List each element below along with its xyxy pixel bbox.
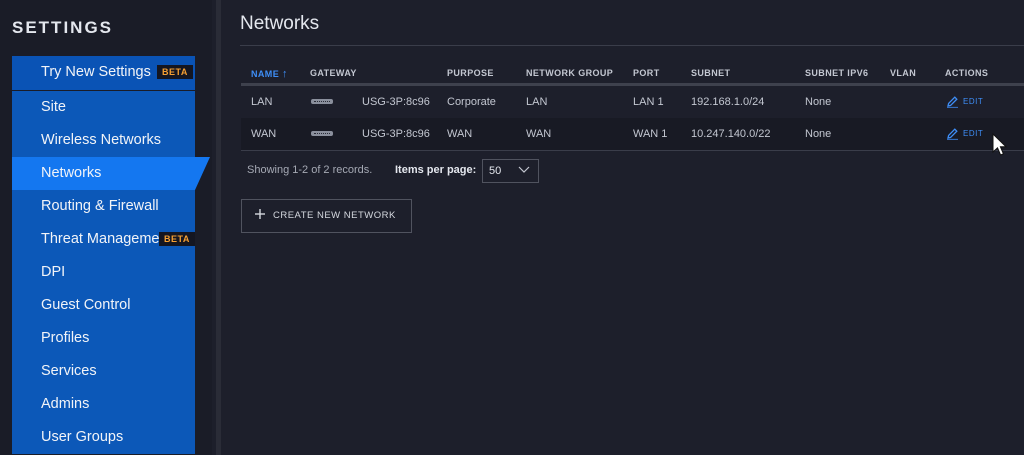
column-header-subnet-ipv6[interactable]: SUBNET IPV6: [805, 68, 868, 78]
column-header-actions: ACTIONS: [945, 68, 989, 78]
records-count: Showing 1-2 of 2 records.: [247, 164, 373, 176]
create-new-network-label: CREATE NEW NETWORK: [273, 210, 396, 221]
cell-port: WAN 1: [633, 128, 668, 140]
sidebar-item-profiles[interactable]: Profiles: [12, 322, 195, 355]
sidebar-item-label: Routing & Firewall: [41, 198, 159, 214]
sidebar-item-label: Site: [41, 99, 66, 115]
edit-label: EDIT: [963, 97, 984, 106]
column-header-subnet[interactable]: SUBNET: [691, 68, 730, 78]
edit-button[interactable]: EDIT: [946, 95, 983, 108]
column-header-name[interactable]: NAME ↑: [251, 68, 288, 80]
sidebar-item-label: Profiles: [41, 330, 90, 346]
items-per-page-select[interactable]: 50: [482, 159, 539, 183]
plus-icon: [255, 209, 265, 219]
items-per-page-label: Items per page:: [395, 164, 477, 176]
sidebar-item-label: Threat Management: [41, 231, 172, 247]
sidebar-item-label: Guest Control: [41, 297, 131, 313]
active-item-pointer: [195, 157, 210, 190]
beta-badge: BETA: [157, 65, 193, 79]
column-header-vlan[interactable]: VLAN: [890, 68, 916, 78]
sidebar-item-site[interactable]: Site: [12, 91, 195, 124]
cell-network-group: WAN: [526, 128, 552, 140]
table-bottom-divider: [241, 150, 1024, 151]
sidebar-item-label: User Groups: [41, 429, 124, 445]
cell-network-group: LAN: [526, 96, 548, 108]
table-header: NAME ↑ GATEWAY PURPOSE NETWORK GROUP POR…: [241, 62, 1024, 83]
pencil-icon: [947, 96, 958, 108]
sidebar-item-label: Services: [41, 363, 97, 379]
beta-badge: BETA: [159, 232, 195, 246]
cell-name: LAN: [251, 96, 273, 108]
column-header-port[interactable]: PORT: [633, 68, 660, 78]
items-per-page-value: 50: [489, 165, 502, 177]
page-title: Networks: [240, 13, 320, 34]
sidebar-item-guest-control[interactable]: Guest Control: [12, 289, 195, 322]
column-header-label: NAME: [251, 69, 280, 79]
gateway-device-icon: [311, 99, 333, 104]
cell-subnet-ipv6: None: [805, 128, 832, 140]
table-row[interactable]: WAN USG-3P:8c96 WAN WAN WAN 1 10.247.140…: [241, 118, 1024, 150]
sidebar-item-label: Networks: [41, 165, 102, 181]
sidebar-item-services[interactable]: Services: [12, 355, 195, 388]
networks-table: NAME ↑ GATEWAY PURPOSE NETWORK GROUP POR…: [241, 62, 1024, 151]
sidebar-nav: Try New Settings BETA Site Wireless Netw…: [12, 56, 195, 455]
chevron-down-icon: [518, 166, 530, 173]
sidebar-item-admins[interactable]: Admins: [12, 388, 195, 421]
cell-purpose: Corporate: [447, 96, 496, 108]
sidebar-item-routing-firewall[interactable]: Routing & Firewall: [12, 190, 195, 223]
sidebar-item-label: Wireless Networks: [41, 132, 162, 148]
column-header-gateway[interactable]: GATEWAY: [310, 68, 357, 78]
mouse-cursor-icon: [992, 133, 1008, 156]
cell-subnet-ipv6: None: [805, 96, 832, 108]
create-new-network-button[interactable]: CREATE NEW NETWORK: [241, 199, 412, 233]
cell-name: WAN: [251, 128, 277, 140]
sidebar-item-label: DPI: [41, 264, 66, 280]
cell-purpose: WAN: [447, 128, 473, 140]
column-header-network-group[interactable]: NETWORK GROUP: [526, 68, 613, 78]
edit-label: EDIT: [963, 129, 984, 138]
table-row[interactable]: LAN USG-3P:8c96 Corporate LAN LAN 1 192.…: [241, 86, 1024, 118]
cell-subnet: 10.247.140.0/22: [691, 128, 771, 140]
cell-port: LAN 1: [633, 96, 664, 108]
sidebar-item-threat-management[interactable]: Threat Management BETA: [12, 223, 195, 256]
sidebar-item-user-groups[interactable]: User Groups: [12, 421, 195, 454]
sidebar-item-dpi[interactable]: DPI: [12, 256, 195, 289]
column-header-purpose[interactable]: PURPOSE: [447, 68, 494, 78]
sidebar-item-networks[interactable]: Networks: [12, 157, 195, 190]
cell-gateway: USG-3P:8c96: [362, 128, 430, 140]
cell-gateway: USG-3P:8c96: [362, 96, 430, 108]
sort-ascending-icon: ↑: [282, 68, 288, 80]
sidebar-item-label: Try New Settings: [41, 64, 151, 80]
sidebar-item-label: Admins: [41, 396, 90, 412]
title-divider: [240, 45, 1024, 46]
edit-button[interactable]: EDIT: [946, 127, 983, 140]
gateway-device-icon: [311, 131, 333, 136]
pencil-icon: [947, 128, 958, 140]
sidebar-item-try-new-settings[interactable]: Try New Settings BETA: [12, 56, 195, 91]
sidebar: SETTINGS Try New Settings BETA Site Wire…: [0, 0, 212, 455]
sidebar-item-wireless-networks[interactable]: Wireless Networks: [12, 124, 195, 157]
sidebar-title: SETTINGS: [12, 18, 114, 37]
sidebar-divider[interactable]: [216, 0, 221, 455]
cell-subnet: 192.168.1.0/24: [691, 96, 765, 108]
